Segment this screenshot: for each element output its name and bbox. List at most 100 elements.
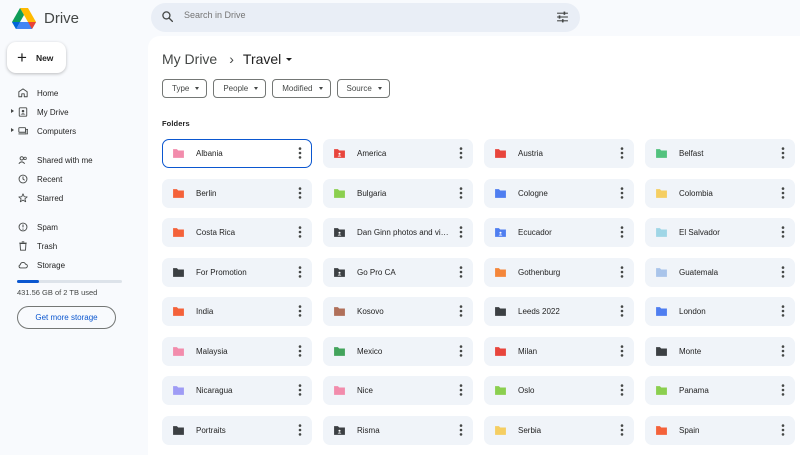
folder-item[interactable]: Colombia [645,178,795,208]
folder-item[interactable]: Cologne [484,178,634,208]
more-options-icon[interactable] [298,423,302,436]
more-options-icon[interactable] [620,147,624,159]
folder-item[interactable]: Go Pro CA [323,257,473,287]
folder-item[interactable]: Nice [323,376,473,405]
folder-item[interactable]: Albania [162,139,312,168]
search-icon[interactable] [161,10,174,23]
breadcrumb-root[interactable]: My Drive [162,51,217,67]
filter-type[interactable]: Type [162,79,208,98]
folder-name: Leeds 2022 [518,307,560,316]
more-options-icon[interactable] [620,265,624,278]
more-options-icon[interactable] [298,305,302,317]
folder-item[interactable]: Milan [484,336,634,366]
sidebar-item-spam[interactable]: Spam [0,219,145,235]
search-input[interactable] [184,10,484,20]
breadcrumb-current[interactable]: Travel [243,51,281,67]
more-options-icon[interactable] [298,384,302,396]
more-options-icon[interactable] [781,147,785,159]
folder-item[interactable]: Berlin [162,178,312,208]
more-options-icon[interactable] [459,147,463,159]
get-more-storage-button[interactable]: Get more storage [17,306,116,329]
folder-item[interactable]: El Salvador [645,218,795,247]
folder-item[interactable]: Guatemala [645,257,795,287]
folder-name: Risma [357,425,380,435]
folder-icon [495,386,506,395]
folder-item[interactable]: Kosovo [323,297,473,326]
more-options-icon[interactable] [620,226,624,238]
folder-item[interactable]: Risma [323,415,473,445]
folder-item[interactable]: Dan Ginn photos and videos [323,218,473,247]
more-options-icon[interactable] [459,186,463,199]
more-options-icon[interactable] [781,423,785,436]
folder-item[interactable]: Gothenburg [484,257,634,287]
folder-item[interactable]: Ecucador [484,218,634,247]
more-options-icon[interactable] [620,384,624,396]
more-options-icon[interactable] [781,186,785,199]
folder-item[interactable]: Panama [645,376,795,405]
more-options-icon[interactable] [298,344,302,357]
more-options-icon[interactable] [298,265,302,278]
folder-item[interactable]: London [645,297,795,326]
folder-icon [334,188,345,198]
filter-source[interactable]: Source [336,79,390,98]
shared-folder-icon [334,149,345,158]
more-options-icon[interactable] [459,423,463,436]
more-options-icon[interactable] [781,305,785,317]
expand-caret-icon[interactable] [11,128,14,132]
more-options-icon[interactable] [781,226,785,238]
drive-logo[interactable]: Drive [12,6,79,30]
sidebar-item-home[interactable]: Home [0,85,145,101]
expand-caret-icon[interactable] [11,109,14,113]
dropdown-arrow-icon [377,87,382,90]
folder-item[interactable]: America [323,139,473,168]
folder-item[interactable]: Mexico [323,336,473,366]
search-bar[interactable] [151,3,580,32]
filter-modified[interactable]: Modified [272,79,331,98]
sidebar-item-shared-with-me[interactable]: Shared with me [0,152,145,168]
storage-usage-bar [17,280,122,283]
folder-item[interactable]: Costa Rica [162,218,312,247]
sidebar-item-my-drive[interactable]: My Drive [0,104,145,120]
folder-item[interactable]: Oslo [484,376,634,405]
sidebar-item-trash[interactable]: Trash [0,238,145,254]
more-options-icon[interactable] [620,305,624,317]
folder-item[interactable]: Nicaragua [162,376,312,405]
folder-item[interactable]: Portraits [162,415,312,445]
more-options-icon[interactable] [459,344,463,357]
more-options-icon[interactable] [298,147,302,159]
sidebar-item-computers[interactable]: Computers [0,123,145,139]
folder-item[interactable]: Austria [484,139,634,168]
more-options-icon[interactable] [298,186,302,199]
more-options-icon[interactable] [781,265,785,278]
more-options-icon[interactable] [459,226,463,238]
breadcrumb-dropdown-icon[interactable] [286,57,293,61]
folder-item[interactable]: For Promotion [162,257,312,287]
more-options-icon[interactable] [781,344,785,357]
folder-name: Gothenburg [518,267,561,277]
folder-item[interactable]: Belfast [645,139,795,168]
more-options-icon[interactable] [298,226,302,238]
more-options-icon[interactable] [620,423,624,436]
new-button[interactable]: + New [7,42,66,73]
folder-item[interactable]: Malaysia [162,336,312,366]
sidebar-item-starred[interactable]: Starred [0,190,145,206]
filter-people[interactable]: People [213,79,267,98]
more-options-icon[interactable] [459,384,463,396]
sidebar-item-label: Home [37,89,59,98]
folder-item[interactable]: Monte [645,336,795,366]
more-options-icon[interactable] [620,186,624,199]
folder-item[interactable]: Bulgaria [323,178,473,208]
folder-item[interactable]: Spain [645,415,795,445]
folder-name: Milan [518,346,538,356]
more-options-icon[interactable] [620,344,624,357]
sidebar-item-storage[interactable]: Storage [0,257,145,273]
sidebar-item-recent[interactable]: Recent [0,171,145,187]
more-options-icon[interactable] [459,305,463,317]
search-options-icon[interactable] [556,11,569,23]
trash-icon [19,241,27,251]
more-options-icon[interactable] [781,384,785,396]
folder-item[interactable]: Leeds 2022 [484,297,634,326]
folder-item[interactable]: India [162,297,312,326]
folder-item[interactable]: Serbia [484,415,634,445]
more-options-icon[interactable] [459,265,463,278]
